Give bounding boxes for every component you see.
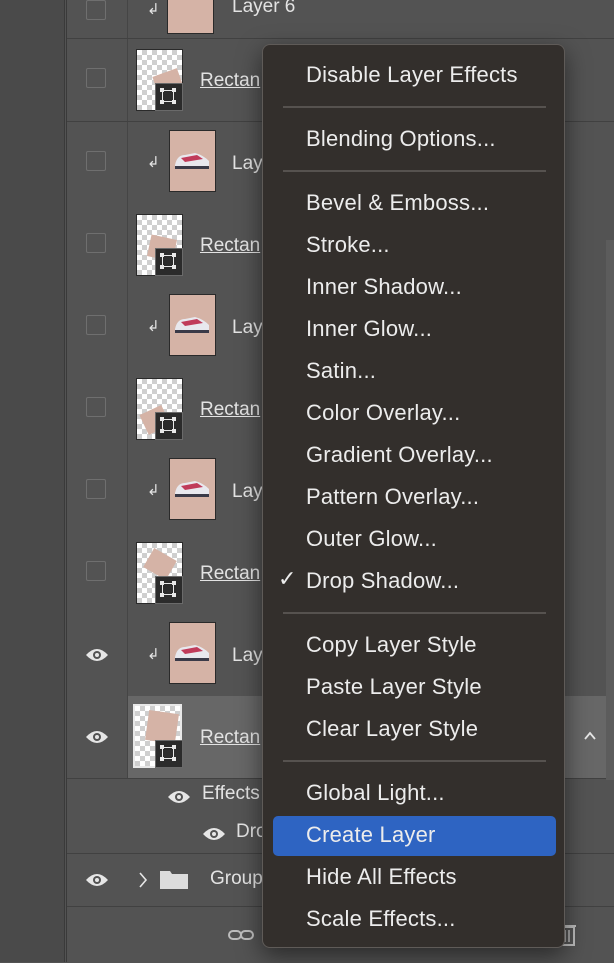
eye-icon[interactable] — [85, 729, 109, 745]
visibility-cell[interactable] — [67, 122, 128, 204]
panel-left-gutter — [0, 0, 65, 962]
menu-item-scale-effects[interactable]: Scale Effects... — [273, 900, 556, 940]
sneaker-image — [175, 481, 209, 497]
layer-thumbnail[interactable] — [169, 130, 216, 192]
layer-name[interactable]: Rectan — [200, 727, 260, 749]
visibility-toggle-off[interactable] — [86, 315, 106, 335]
visibility-cell[interactable] — [67, 39, 128, 121]
layer-thumbnail[interactable] — [169, 294, 216, 356]
layer-name[interactable]: Lay — [232, 645, 263, 667]
visibility-toggle-off[interactable] — [86, 68, 106, 88]
effects-label: Effects — [202, 783, 260, 804]
layer-name[interactable]: Rectan — [200, 70, 260, 92]
sneaker-image — [175, 645, 209, 661]
menu-separator — [283, 106, 546, 108]
menu-item-drop-shadow[interactable]: ✓ Drop Shadow... — [273, 562, 556, 602]
scrollbar[interactable] — [606, 240, 614, 780]
visibility-toggle-off[interactable] — [86, 151, 106, 171]
sneaker-image — [175, 153, 209, 169]
menu-item-clear-layer-style[interactable]: Clear Layer Style — [273, 710, 556, 750]
eye-icon[interactable] — [202, 826, 226, 842]
visibility-cell[interactable] — [67, 0, 128, 38]
layer-style-context-menu: Disable Layer Effects Blending Options..… — [262, 44, 565, 948]
visibility-cell[interactable] — [67, 286, 128, 368]
clip-arrow-icon: ↲ — [147, 646, 160, 663]
chevron-right-icon[interactable] — [137, 870, 149, 890]
eye-icon[interactable] — [167, 789, 191, 805]
clip-arrow-icon: ↲ — [147, 318, 160, 335]
clip-arrow-icon: ↲ — [147, 154, 160, 171]
layer-name[interactable]: Lay — [232, 481, 263, 503]
menu-item-disable-layer-effects[interactable]: Disable Layer Effects — [273, 56, 556, 96]
menu-item-copy-layer-style[interactable]: Copy Layer Style — [273, 626, 556, 666]
menu-item-inner-glow[interactable]: Inner Glow... — [273, 310, 556, 350]
menu-item-stroke[interactable]: Stroke... — [273, 226, 556, 266]
clip-arrow-icon: ↲ — [147, 482, 160, 499]
layer-name[interactable]: Lay — [232, 317, 263, 339]
visibility-toggle-off[interactable] — [86, 233, 106, 253]
sneaker-image — [175, 317, 209, 333]
clip-arrow-icon: ↲ — [147, 1, 160, 18]
layer-thumbnail[interactable] — [169, 622, 216, 684]
menu-separator — [283, 612, 546, 614]
menu-item-inner-shadow[interactable]: Inner Shadow... — [273, 268, 556, 308]
layer-name[interactable]: Rectan — [200, 235, 260, 257]
layer-name[interactable]: Layer 6 — [232, 0, 295, 18]
folder-icon — [160, 871, 188, 889]
menu-item-bevel-emboss[interactable]: Bevel & Emboss... — [273, 184, 556, 224]
visibility-toggle-off[interactable] — [86, 561, 106, 581]
visibility-cell[interactable] — [67, 204, 128, 286]
vector-shape-icon — [155, 740, 183, 768]
visibility-toggle-off[interactable] — [86, 0, 106, 20]
visibility-cell[interactable] — [67, 450, 128, 532]
layer-row[interactable]: ↲ Layer 6 — [67, 0, 614, 39]
menu-item-color-overlay[interactable]: Color Overlay... — [273, 394, 556, 434]
visibility-cell[interactable] — [67, 532, 128, 614]
collapse-effects-icon[interactable] — [583, 729, 597, 743]
menu-item-hide-all-effects[interactable]: Hide All Effects — [273, 858, 556, 898]
eye-icon[interactable] — [85, 872, 109, 888]
checkmark-icon: ✓ — [278, 567, 297, 592]
visibility-toggle-off[interactable] — [86, 479, 106, 499]
menu-item-satin[interactable]: Satin... — [273, 352, 556, 392]
visibility-cell[interactable] — [67, 696, 128, 778]
menu-separator — [283, 760, 546, 762]
link-layers-icon[interactable] — [227, 927, 255, 943]
menu-item-gradient-overlay[interactable]: Gradient Overlay... — [273, 436, 556, 476]
vector-shape-icon — [155, 248, 183, 276]
vector-shape-icon — [155, 412, 183, 440]
layer-name[interactable]: Rectan — [200, 563, 260, 585]
eye-icon[interactable] — [85, 647, 109, 663]
layer-thumbnail[interactable] — [169, 458, 216, 520]
menu-item-blending-options[interactable]: Blending Options... — [273, 120, 556, 160]
vector-shape-icon — [155, 83, 183, 111]
layer-name[interactable]: Rectan — [200, 399, 260, 421]
visibility-cell[interactable] — [67, 614, 128, 696]
menu-item-outer-glow[interactable]: Outer Glow... — [273, 520, 556, 560]
visibility-cell[interactable] — [67, 368, 128, 450]
vector-shape-icon — [155, 576, 183, 604]
layer-name[interactable]: Lay — [232, 153, 263, 175]
menu-item-create-layer[interactable]: Create Layer — [273, 816, 556, 856]
group-label[interactable]: Group — [210, 868, 263, 890]
menu-item-global-light[interactable]: Global Light... — [273, 774, 556, 814]
layer-thumbnail[interactable] — [167, 0, 214, 34]
menu-item-paste-layer-style[interactable]: Paste Layer Style — [273, 668, 556, 708]
menu-separator — [283, 170, 546, 172]
visibility-toggle-off[interactable] — [86, 397, 106, 417]
menu-item-pattern-overlay[interactable]: Pattern Overlay... — [273, 478, 556, 518]
